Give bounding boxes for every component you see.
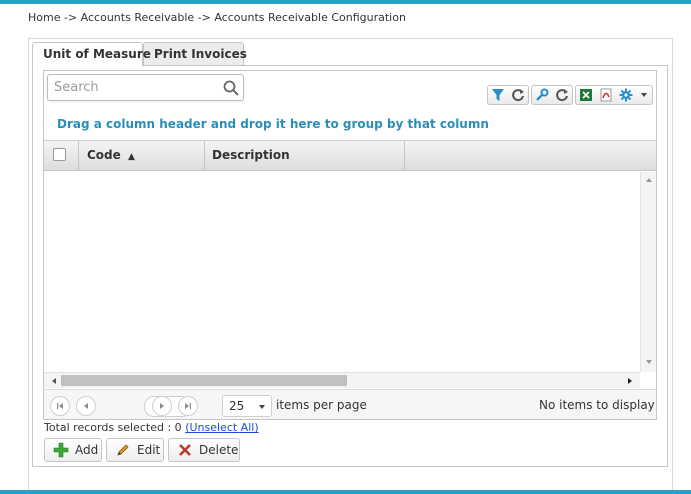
filter-tool-group bbox=[487, 85, 529, 105]
edit-button[interactable]: Edit bbox=[106, 438, 164, 462]
page-size-select[interactable]: 25 bbox=[222, 395, 272, 417]
next-page-icon bbox=[160, 403, 164, 409]
no-items-message: No items to display bbox=[539, 398, 655, 412]
search-box bbox=[47, 74, 244, 101]
export-tool-group bbox=[575, 85, 653, 105]
sort-ascending-icon: ▲ bbox=[127, 152, 135, 162]
scroll-right-icon[interactable] bbox=[626, 377, 634, 385]
close-icon bbox=[176, 441, 194, 459]
gear-icon[interactable] bbox=[616, 86, 636, 104]
scroll-up-icon[interactable] bbox=[645, 176, 653, 184]
column-header-description-label: Description bbox=[212, 148, 290, 162]
last-page-button[interactable] bbox=[178, 396, 198, 416]
horizontal-scrollbar[interactable] bbox=[44, 372, 640, 388]
selection-summary: Total records selected : 0 (Unselect All… bbox=[44, 421, 259, 434]
top-accent-bar bbox=[0, 0, 691, 4]
unselect-all-link[interactable]: (Unselect All) bbox=[185, 421, 258, 434]
caret-down-icon bbox=[259, 405, 265, 409]
previous-page-icon bbox=[84, 403, 88, 409]
pdf-icon[interactable] bbox=[596, 86, 616, 104]
grid-pager: 0 25 items per page No items to display bbox=[44, 389, 656, 419]
add-button-label: Add bbox=[75, 443, 99, 457]
column-header-description[interactable]: Description bbox=[205, 141, 405, 170]
delete-button-label: Delete bbox=[199, 443, 239, 457]
column-header-code[interactable]: Code ▲ bbox=[79, 141, 205, 170]
scroll-down-icon[interactable] bbox=[645, 358, 653, 366]
search-input[interactable] bbox=[48, 75, 218, 100]
grid-header-row: Code ▲ Description bbox=[44, 140, 640, 171]
total-records-selected: Total records selected : 0 bbox=[44, 421, 182, 434]
refresh-icon[interactable] bbox=[552, 86, 572, 104]
next-page-button[interactable] bbox=[152, 396, 172, 416]
vertical-scrollbar[interactable] bbox=[640, 172, 656, 372]
items-per-page-label: items per page bbox=[276, 398, 367, 412]
page-size-value: 25 bbox=[229, 399, 245, 413]
breadcrumb: Home -> Accounts Receivable -> Accounts … bbox=[28, 11, 406, 24]
breadcrumb-separator: -> bbox=[60, 11, 81, 24]
plus-icon bbox=[52, 441, 70, 459]
first-page-button[interactable] bbox=[50, 396, 70, 416]
last-page-icon bbox=[185, 403, 191, 409]
header-scroll-spacer bbox=[640, 140, 656, 171]
search-icon[interactable] bbox=[222, 79, 240, 97]
add-button[interactable]: Add bbox=[44, 438, 102, 462]
breadcrumb-section[interactable]: Accounts Receivable bbox=[81, 11, 195, 24]
edit-button-label: Edit bbox=[137, 443, 161, 457]
pencil-icon bbox=[114, 441, 132, 459]
column-header-code-label: Code bbox=[87, 148, 121, 162]
bottom-accent-bar bbox=[0, 490, 691, 494]
header-select-cell bbox=[44, 141, 79, 170]
previous-page-button[interactable] bbox=[76, 396, 96, 416]
first-page-icon bbox=[57, 403, 63, 409]
tab-unit-of-measure[interactable]: Unit of Measure bbox=[32, 42, 151, 67]
caret-down-icon[interactable] bbox=[634, 86, 654, 104]
horizontal-scroll-thumb[interactable] bbox=[61, 375, 347, 386]
scroll-left-icon[interactable] bbox=[50, 377, 58, 385]
group-drop-hint[interactable]: Drag a column header and drop it here to… bbox=[57, 117, 489, 131]
wrench-icon[interactable] bbox=[532, 86, 552, 104]
breadcrumb-separator: -> bbox=[194, 11, 215, 24]
refresh-icon[interactable] bbox=[508, 86, 528, 104]
excel-icon[interactable] bbox=[576, 86, 596, 104]
filter-icon[interactable] bbox=[488, 86, 508, 104]
layout-tool-group bbox=[531, 85, 573, 105]
breadcrumb-current-page: Accounts Receivable Configuration bbox=[214, 11, 406, 24]
delete-button[interactable]: Delete bbox=[168, 438, 240, 462]
breadcrumb-home[interactable]: Home bbox=[28, 11, 60, 24]
select-all-checkbox[interactable] bbox=[53, 148, 66, 161]
tab-print-invoices[interactable]: Print Invoices bbox=[143, 42, 247, 66]
